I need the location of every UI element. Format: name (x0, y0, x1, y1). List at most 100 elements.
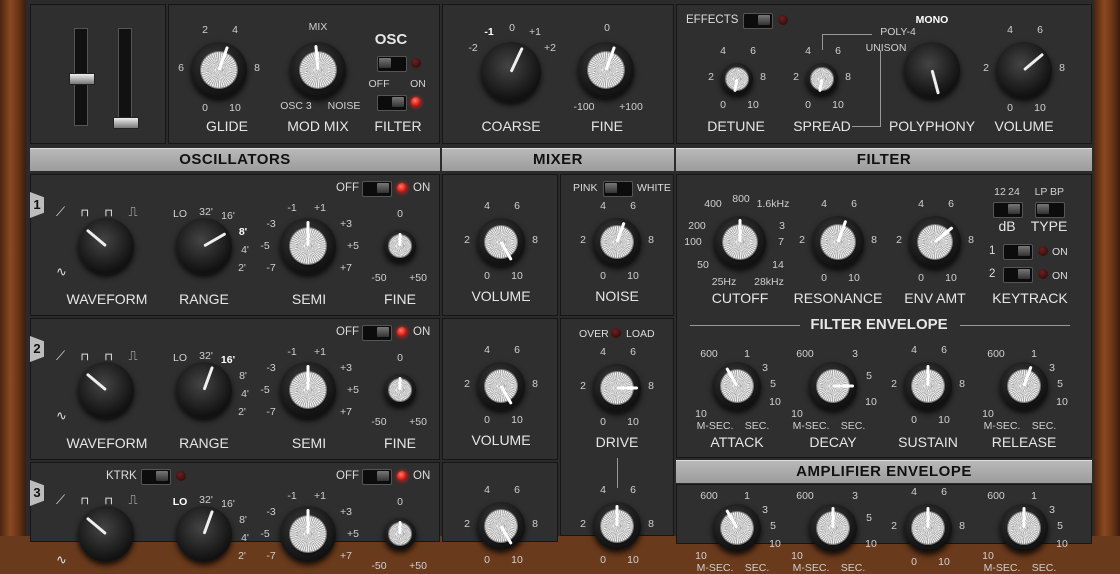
type-switch[interactable] (1035, 202, 1065, 218)
osc3-power-led (397, 471, 407, 481)
osc3-semi-tick-5: +5 (347, 528, 359, 540)
filt-attack-knob[interactable] (713, 362, 761, 410)
mixer-noise-tick-0: 0 (600, 270, 606, 282)
osc3-ktrk-led (176, 471, 186, 481)
osc1-semi-knob[interactable] (280, 218, 336, 274)
osc2-power-led (397, 327, 407, 337)
amp-release-knob[interactable] (1000, 504, 1048, 552)
osc1-range-label: RANGE (179, 291, 229, 307)
osc3-semi-tick-3: +3 (340, 506, 352, 518)
osc2-semi-tick-5: +5 (347, 384, 359, 396)
filt-attack-sec: SEC. (744, 420, 770, 432)
resonance-knob[interactable] (812, 216, 864, 268)
mixer-vol2-tick-2: 2 (464, 378, 470, 390)
osc2-on-label: ON (413, 326, 431, 338)
unison-bracket-h (852, 126, 881, 127)
filter-mod-switch[interactable] (377, 95, 407, 111)
coarse-knob[interactable] (481, 42, 541, 102)
osc3-range-knob[interactable] (176, 506, 232, 562)
glide-knob[interactable] (191, 42, 247, 98)
filt-attack-tick-1: 1 (744, 348, 750, 360)
filt-sustain-knob[interactable] (904, 362, 952, 410)
filt-attack-msec: M-SEC. (696, 420, 734, 432)
glide-tick-0: 0 (202, 102, 208, 114)
osc2-range-knob[interactable] (176, 362, 232, 418)
osc2-wave-glyphs: ⟋ ⊓ ⊓ ⎍ (56, 348, 144, 363)
env-amt-tick-6: 6 (948, 198, 954, 210)
osc2-wave-glyphs2: ∿ (56, 408, 67, 423)
amp-decay-knob[interactable] (809, 504, 857, 552)
cutoff-tick-3: 200 (688, 220, 706, 232)
mixer-vol2-tick-4: 4 (484, 344, 490, 356)
mixer-vol3-knob[interactable] (477, 502, 525, 550)
amp-sustain-knob[interactable] (904, 504, 952, 552)
filt-release-knob[interactable] (1000, 362, 1048, 410)
keytrack-1-switch[interactable] (1003, 244, 1033, 260)
osc1-semi-tick-4: -5 (260, 240, 270, 252)
amp-attack-knob[interactable] (713, 504, 761, 552)
osc2-waveform-label: WAVEFORM (66, 435, 148, 451)
keytrack-2-switch[interactable] (1003, 267, 1033, 283)
osc-mod-switch[interactable] (377, 56, 407, 72)
mixer-vol2-knob[interactable] (477, 362, 525, 410)
mixer-drive-tick-2: 2 (580, 380, 586, 392)
amp-sustain-tick-2: 2 (891, 520, 897, 532)
osc1-range-tick-3: 8' (238, 226, 248, 238)
mixer-vol1-knob[interactable] (477, 218, 525, 266)
db-switch[interactable] (993, 202, 1023, 218)
osc2-fine-knob[interactable] (384, 374, 416, 406)
osc3-fine-knob[interactable] (384, 518, 416, 550)
env-amt-tick-4: 4 (918, 198, 924, 210)
mixer-drive-knob[interactable] (593, 364, 641, 412)
osc2-range-tick-0: LO (172, 352, 188, 364)
osc2-waveform-knob[interactable] (78, 362, 134, 418)
resonance-tick-8: 8 (871, 234, 877, 246)
glide-label: GLIDE (205, 118, 249, 134)
mixer-drive2-tick-0: 0 (600, 554, 606, 566)
filt-release-sec: SEC. (1031, 420, 1057, 432)
filt-decay-knob[interactable] (809, 362, 857, 410)
osc1-fine-tick-0: 0 (397, 208, 403, 220)
osc1-range-knob[interactable] (176, 218, 232, 274)
env-amt-knob[interactable] (909, 216, 961, 268)
mod-mix-knob[interactable] (290, 42, 346, 98)
osc1-semi-tick-7: +7 (340, 262, 352, 274)
spread-bracket-h (822, 34, 872, 35)
amp-release-tick-10a: 10 (982, 550, 994, 562)
osc2-range-tick-3: 8' (239, 370, 247, 382)
cutoff-tick-5: 100 (684, 236, 702, 248)
detune-tick-2: 2 (708, 71, 714, 83)
fine-tune-knob[interactable] (578, 42, 634, 98)
spread-tick-6: 6 (835, 45, 841, 57)
mixer-drive2-knob[interactable] (593, 502, 641, 550)
osc3-ktrk-switch[interactable] (141, 469, 171, 485)
amp-release-tick-5: 5 (1057, 520, 1063, 532)
volume-knob[interactable] (996, 42, 1052, 98)
osc2-semi-label: SEMI (291, 435, 327, 451)
keytrack-label: KEYTRACK (992, 290, 1068, 306)
osc1-waveform-knob[interactable] (78, 218, 134, 274)
detune-knob[interactable] (721, 63, 753, 95)
osc2-power-switch[interactable] (362, 325, 392, 341)
cutoff-knob[interactable] (714, 216, 766, 268)
filt-sustain-tick-10: 10 (938, 414, 950, 426)
polyphony-knob[interactable] (904, 42, 960, 98)
osc3-waveform-knob[interactable] (78, 506, 134, 562)
osc3-semi-knob[interactable] (280, 506, 336, 562)
osc3-semi-tick-2: -3 (266, 506, 276, 518)
mixer-vol2-tick-0: 0 (484, 414, 490, 426)
mixer-noise-knob[interactable] (593, 218, 641, 266)
resonance-tick-6: 6 (851, 198, 857, 210)
osc2-semi-tick-2: -3 (266, 362, 276, 374)
osc1-fine-knob[interactable] (384, 230, 416, 262)
effects-switch[interactable] (743, 13, 773, 29)
osc1-power-switch[interactable] (362, 181, 392, 197)
spread-knob[interactable] (806, 63, 838, 95)
osc3-range-tick-3: 8' (239, 514, 247, 526)
noise-color-switch[interactable] (603, 181, 633, 197)
osc3-power-switch[interactable] (362, 469, 392, 485)
amp-sustain-tick-0: 0 (911, 556, 917, 568)
filter-env-title: FILTER ENVELOPE (810, 316, 948, 333)
osc2-semi-knob[interactable] (280, 362, 336, 418)
detune-tick-6: 6 (750, 45, 756, 57)
